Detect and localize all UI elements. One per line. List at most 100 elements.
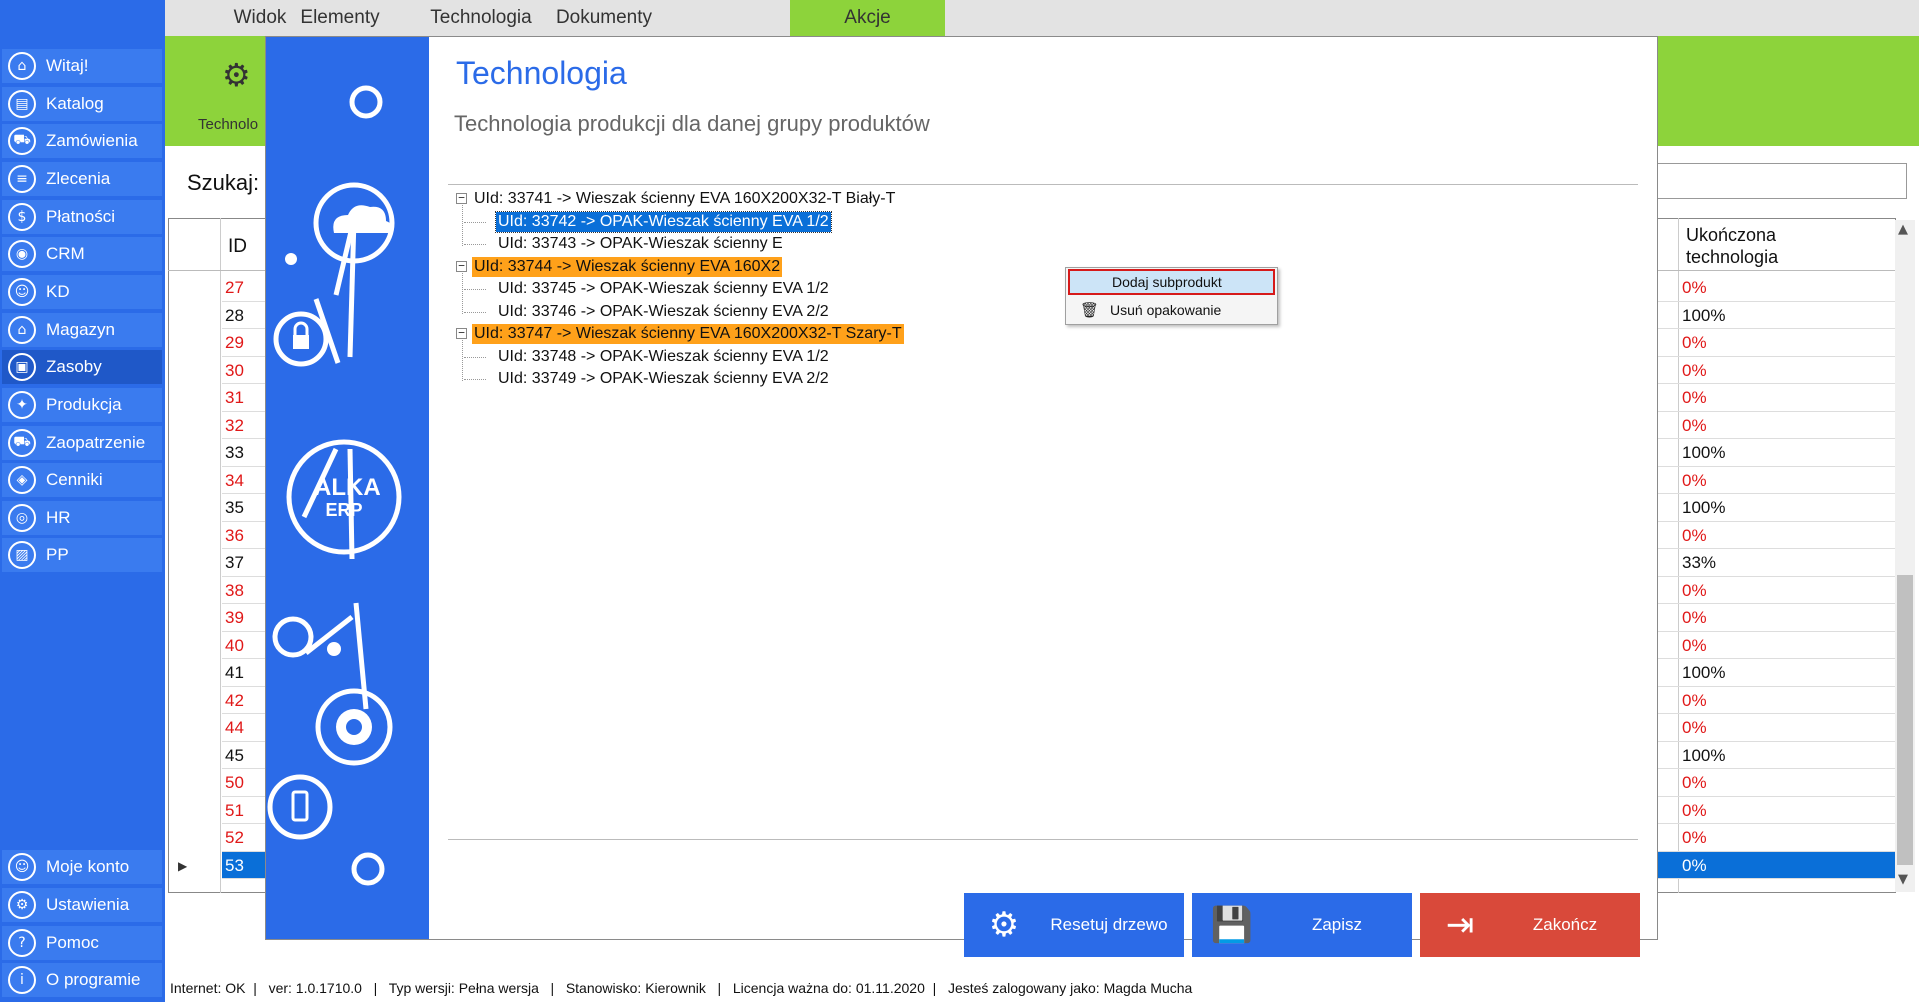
grid-header-id[interactable]: ID xyxy=(228,236,247,258)
sidebar-item-cenniki[interactable]: ◈ Cenniki xyxy=(2,463,162,497)
tab-dokumenty[interactable]: Dokumenty xyxy=(524,0,684,36)
help-icon: ? xyxy=(8,929,36,957)
grid-header-technology[interactable]: Ukończona technologia xyxy=(1686,224,1846,268)
resources-icon: ▣ xyxy=(8,353,36,381)
tree-node-packaging[interactable]: UId: 33749 -> OPAK-Wieszak ścienny EVA 2… xyxy=(496,369,831,389)
sidebar-item-o-programie[interactable]: i O programie xyxy=(2,963,162,997)
row-id: 51 xyxy=(225,800,244,820)
sidebar-item-pp[interactable]: ▨ PP xyxy=(2,538,162,572)
sidebar-item-pomoc[interactable]: ? Pomoc xyxy=(2,926,162,960)
row-id: 37 xyxy=(225,553,244,572)
sidebar-item-label: Produkcja xyxy=(46,395,122,414)
row-id: 34 xyxy=(225,470,244,490)
row-technology-completion: 0% xyxy=(1682,855,1707,875)
scroll-down-icon[interactable]: ▼ xyxy=(1898,872,1908,887)
tree-node-product[interactable]: UId: 33741 -> Wieszak ścienny EVA 160X20… xyxy=(472,189,897,209)
finish-label: Zakończ xyxy=(1532,915,1598,934)
trash-icon: 🗑 xyxy=(1080,301,1100,319)
row-technology-completion: 0% xyxy=(1682,333,1707,352)
row-technology-completion: 0% xyxy=(1682,773,1707,792)
tree-node-packaging[interactable]: UId: 33742 -> OPAK-Wieszak ścienny EVA 1… xyxy=(495,210,832,233)
row-id: 45 xyxy=(225,745,244,765)
sidebar-item-label: Zaopatrzenie xyxy=(46,433,146,452)
sidebar-item-label: Ustawienia xyxy=(46,895,130,914)
context-menu-add-subproduct[interactable]: Dodaj subprodukt xyxy=(1068,269,1275,295)
list-icon: ≡ xyxy=(8,165,36,193)
tree-connector xyxy=(464,379,486,380)
context-menu-remove-packaging-label: Usuń opakowanie xyxy=(1110,302,1222,318)
tab-akcje[interactable]: Akcje xyxy=(790,0,945,36)
reset-tree-button[interactable]: ⚙ Resetuj drzewo xyxy=(964,893,1184,957)
row-id: 30 xyxy=(225,360,244,380)
tree-node-product[interactable]: UId: 33747 -> Wieszak ścienny EVA 160X20… xyxy=(472,324,904,344)
sidebar-item-p-atno-ci[interactable]: $ Płatności xyxy=(2,200,162,234)
row-technology-completion: 100% xyxy=(1682,305,1726,325)
scroll-up-icon[interactable]: ▲ xyxy=(1898,222,1908,237)
save-disk-icon: 💾 xyxy=(1210,905,1254,945)
tree-collapse-icon[interactable]: − xyxy=(456,327,467,339)
sidebar-item-katalog[interactable]: ▤ Katalog xyxy=(2,87,162,121)
row-id: 29 xyxy=(225,333,244,352)
save-button[interactable]: 💾 Zapisz xyxy=(1192,893,1412,957)
dialog-title: Technologia xyxy=(456,55,627,91)
tab-elementy[interactable]: Elementy xyxy=(275,0,405,36)
sidebar-item-label: Pomoc xyxy=(46,933,99,952)
sidebar-item-moje-konto[interactable]: ☺ Moje konto xyxy=(2,850,162,884)
row-technology-completion: 33% xyxy=(1682,553,1717,572)
production-icon: ✦ xyxy=(8,391,36,419)
sidebar-item-magazyn[interactable]: ⌂ Magazyn xyxy=(2,313,162,347)
logo-text-alka: ALKA xyxy=(314,474,381,501)
tree-collapse-icon[interactable]: − xyxy=(456,260,467,272)
tree-node-product[interactable]: UId: 33744 -> Wieszak ścienny EVA 160X2 xyxy=(472,256,783,277)
sidebar-item-label: O programie xyxy=(46,970,141,989)
row-id: 41 xyxy=(225,663,244,682)
search-input[interactable] xyxy=(1655,163,1907,199)
row-id: 44 xyxy=(225,718,244,737)
sidebar-item-label: KD xyxy=(46,282,70,301)
row-technology-completion: 0% xyxy=(1682,525,1707,545)
dialog-divider xyxy=(448,184,1638,185)
technology-gears-icon[interactable]: ⚙ xyxy=(222,56,251,94)
sidebar-item-label: CRM xyxy=(46,244,85,263)
row-technology-completion: 100% xyxy=(1682,498,1726,517)
crm-icon: ◉ xyxy=(8,240,36,268)
ribbon-technology-label[interactable]: Technolo xyxy=(198,116,258,133)
tree-node-packaging[interactable]: UId: 33746 -> OPAK-Wieszak ścienny EVA 2… xyxy=(496,302,831,322)
tree-collapse-icon[interactable]: − xyxy=(456,192,467,204)
tree-node-packaging[interactable]: UId: 33745 -> OPAK-Wieszak ścienny EVA 1… xyxy=(496,279,831,299)
sidebar-item-kd[interactable]: ☺ KD xyxy=(2,275,162,309)
tree-node-packaging[interactable]: UId: 33748 -> OPAK-Wieszak ścienny EVA 1… xyxy=(496,347,831,367)
sidebar-item-ustawienia[interactable]: ⚙ Ustawienia xyxy=(2,888,162,922)
sidebar-item-zam-wienia[interactable]: ⛟ Zamówienia xyxy=(2,124,162,158)
sidebar-item-crm[interactable]: ◉ CRM xyxy=(2,237,162,271)
sidebar-item-witaj-[interactable]: ⌂ Witaj! xyxy=(2,49,162,83)
dialog-subtitle: Technologia produkcji dla danej grupy pr… xyxy=(454,111,930,136)
dialog-branding-panel: ALKA ERP xyxy=(266,37,429,939)
sidebar-item-hr[interactable]: ◎ HR xyxy=(2,501,162,535)
sidebar-item-zaopatrzenie[interactable]: ⛟ Zaopatrzenie xyxy=(2,426,162,460)
row-id: 35 xyxy=(225,498,244,517)
tree-connector xyxy=(462,205,463,246)
top-menu-bar: Widok Elementy Technologia Dokumenty Akcje xyxy=(165,0,1919,36)
row-technology-completion: 0% xyxy=(1682,690,1707,710)
row-technology-completion: 0% xyxy=(1682,580,1707,600)
row-id: 31 xyxy=(225,388,244,407)
book-icon: ▤ xyxy=(8,90,36,118)
grid-scrollbar-thumb[interactable] xyxy=(1897,575,1913,865)
sidebar-item-zasoby[interactable]: ▣ Zasoby xyxy=(2,350,162,384)
save-label: Zapisz xyxy=(1311,915,1363,934)
sidebar-item-label: HR xyxy=(46,508,71,527)
sidebar-item-produkcja[interactable]: ✦ Produkcja xyxy=(2,388,162,422)
sidebar-item-label: Moje konto xyxy=(46,857,130,876)
logo-text-erp: ERP xyxy=(325,500,363,520)
tree-node-packaging[interactable]: UId: 33743 -> OPAK-Wieszak ścienny E xyxy=(496,234,785,254)
sidebar-item-zlecenia[interactable]: ≡ Zlecenia xyxy=(2,162,162,196)
finish-button[interactable]: ⇥ Zakończ xyxy=(1420,893,1640,957)
context-menu-remove-packaging[interactable]: 🗑 Usuń opakowanie xyxy=(1068,297,1275,323)
dialog-divider xyxy=(448,839,1638,840)
row-technology-completion: 0% xyxy=(1682,718,1707,737)
truck-icon: ⛟ xyxy=(8,429,36,457)
row-id: 53 xyxy=(225,855,244,875)
cart-icon: ⛟ xyxy=(8,127,36,155)
exit-icon: ⇥ xyxy=(1445,905,1475,945)
